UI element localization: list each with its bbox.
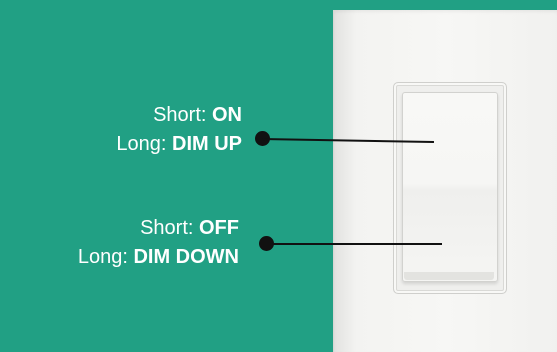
top-press-label: Short: ON Long: DIM UP bbox=[116, 101, 242, 159]
short-action: OFF bbox=[199, 217, 239, 239]
rocker-switch-lip bbox=[404, 272, 494, 280]
short-label: Short: bbox=[140, 217, 194, 239]
long-label: Long: bbox=[116, 133, 167, 155]
short-action: ON bbox=[212, 104, 242, 126]
short-label: Short: bbox=[153, 104, 207, 126]
bottom-long-press-line: Long: DIM DOWN bbox=[78, 243, 239, 272]
top-short-press-line: Short: ON bbox=[116, 101, 242, 130]
long-label: Long: bbox=[77, 246, 128, 268]
long-action: DIM DOWN bbox=[133, 246, 239, 268]
bottom-callout-line bbox=[266, 243, 442, 245]
bottom-short-press-line: Short: OFF bbox=[78, 214, 239, 243]
long-action: DIM UP bbox=[172, 133, 242, 155]
rocker-switch[interactable] bbox=[402, 92, 498, 282]
top-long-press-line: Long: DIM UP bbox=[116, 130, 242, 159]
bottom-press-label: Short: OFF Long: DIM DOWN bbox=[78, 214, 239, 272]
